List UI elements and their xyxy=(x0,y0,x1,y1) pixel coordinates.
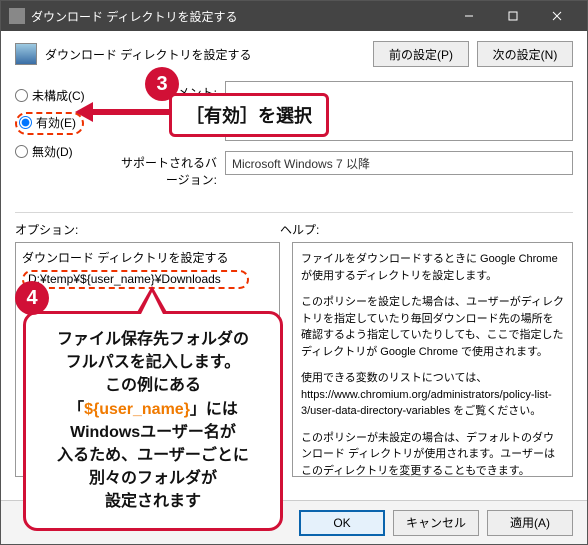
window-title: ダウンロード ディレクトリを設定する xyxy=(31,8,447,25)
enabled-highlight: 有効(E) xyxy=(15,112,84,135)
separator xyxy=(15,212,573,213)
state-radios: 未構成(C) 有効(E) 無効(D) xyxy=(15,81,115,168)
apply-button[interactable]: 適用(A) xyxy=(487,510,573,536)
help-text: このポリシーを設定した場合は、ユーザーがディレクトリを指定していたり毎回ダウンロ… xyxy=(301,294,564,360)
radio-unconfigured[interactable]: 未構成(C) xyxy=(15,87,115,104)
options-heading: オプション: xyxy=(15,221,280,238)
minimize-button[interactable] xyxy=(447,1,491,31)
cancel-button[interactable]: キャンセル xyxy=(393,510,479,536)
policy-icon xyxy=(15,43,37,65)
annotation-step-4-badge: 4 xyxy=(15,281,49,315)
help-text: 使用できる変数のリストについては、 https://www.chromium.o… xyxy=(301,370,564,420)
radio-disabled-input[interactable] xyxy=(15,145,28,158)
annotation-arrow-icon xyxy=(75,106,171,118)
option-field-label: ダウンロード ディレクトリを設定する xyxy=(22,249,273,266)
radio-disabled[interactable]: 無効(D) xyxy=(15,143,115,160)
annotation-step-4-callout: ファイル保存先フォルダの フルパスを記入します。 この例にある 「${user_… xyxy=(23,311,283,531)
prev-setting-button[interactable]: 前の設定(P) xyxy=(373,41,469,67)
app-icon xyxy=(9,8,25,24)
radio-enabled-label: 有効(E) xyxy=(36,114,76,131)
close-button[interactable] xyxy=(535,1,579,31)
radio-unconfigured-input[interactable] xyxy=(15,89,28,102)
ok-button[interactable]: OK xyxy=(299,510,385,536)
help-text: このポリシーが未設定の場合は、デフォルトのダウンロード ディレクトリが使用されま… xyxy=(301,430,564,478)
help-text: ファイルをダウンロードするときに Google Chrome が使用するディレク… xyxy=(301,251,564,284)
titlebar: ダウンロード ディレクトリを設定する xyxy=(1,1,587,31)
help-heading: ヘルプ: xyxy=(280,221,319,238)
settings-dialog: ダウンロード ディレクトリを設定する ダウンロード ディレクトリを設定する 前の… xyxy=(0,0,588,545)
radio-enabled[interactable]: 有効(E) xyxy=(19,114,76,131)
supported-label: サポートされるバージョン: xyxy=(115,151,225,188)
radio-disabled-label: 無効(D) xyxy=(32,143,73,160)
page-title: ダウンロード ディレクトリを設定する xyxy=(45,46,365,63)
radio-enabled-input[interactable] xyxy=(19,116,32,129)
next-setting-button[interactable]: 次の設定(N) xyxy=(477,41,573,67)
download-dir-input[interactable] xyxy=(28,272,243,286)
help-panel: ファイルをダウンロードするときに Google Chrome が使用するディレク… xyxy=(292,242,573,477)
annotation-step-3-badge: 3 xyxy=(145,67,179,101)
maximize-button[interactable] xyxy=(491,1,535,31)
annotation-step-3-callout: ［有効］を選択 xyxy=(169,93,329,137)
supported-value: Microsoft Windows 7 以降 xyxy=(225,151,573,175)
